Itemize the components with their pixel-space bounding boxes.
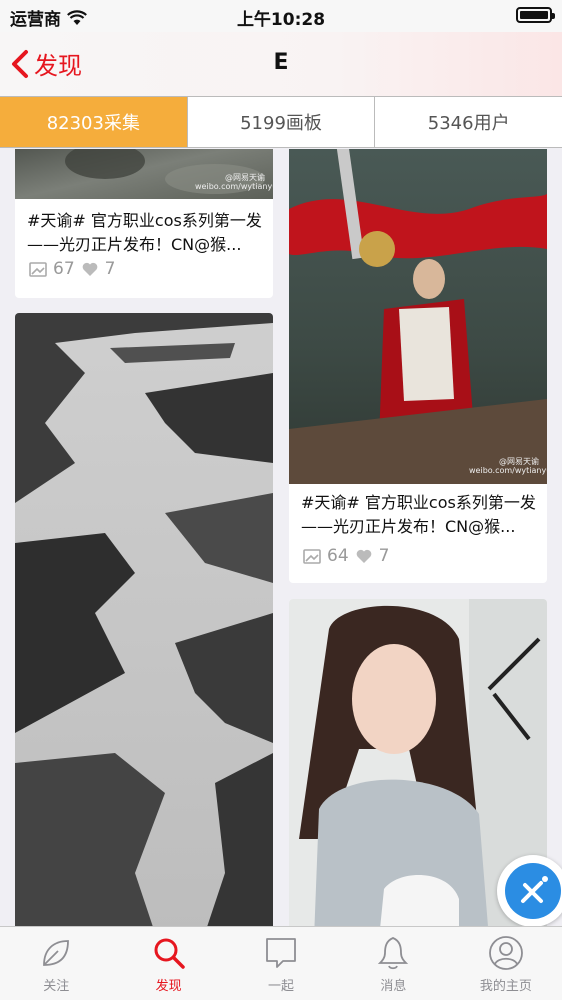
status-bar: 运营商 上午10:28 [0, 0, 562, 32]
segmented-control: 82303采集 5199画板 5346用户 [0, 96, 562, 148]
tab-users[interactable]: 5346用户 [375, 97, 562, 147]
tab-label: 消息 [380, 979, 407, 994]
like-count: 7 [104, 259, 116, 279]
navigation-bar: 发现 E [0, 32, 562, 96]
pin-stats: 67 7 [29, 259, 115, 279]
image-watermark: @网易天谕 weibo.com/wytianyu [195, 173, 273, 191]
bottom-tab-bar: 关注 发现 一起 消息 我的主页 [0, 926, 562, 1000]
pin-description: #天谕# 官方职业cos系列第一发——光刃正片发布！CN@猴... [27, 211, 262, 254]
tab-label: 关注 [43, 979, 70, 994]
page-title: E [273, 50, 289, 75]
tab-messages[interactable]: 消息 [337, 927, 449, 1000]
leaf-icon [43, 940, 70, 966]
floating-share-button[interactable] [497, 855, 562, 927]
pin-image [15, 313, 273, 926]
collect-count: 67 [53, 259, 75, 279]
heart-icon [356, 549, 371, 563]
magic-wand-icon [521, 876, 548, 903]
battery-icon [516, 7, 555, 23]
pin-description: #天谕# 官方职业cos系列第一发——光刃正片发布！CN@猴... [301, 493, 536, 536]
tab-follow[interactable]: 关注 [0, 927, 112, 1000]
tab-label: 一起 [268, 979, 295, 994]
pin-card[interactable]: @网易天谕 weibo.com/wytianyu #天谕# 官方职业cos系列第… [15, 149, 273, 298]
pin-card[interactable] [15, 313, 273, 926]
tab-discover[interactable]: 发现 [112, 927, 224, 1000]
status-time: 上午10:28 [236, 10, 326, 30]
collect-icon [29, 262, 47, 277]
tab-label: 我的主页 [479, 979, 532, 994]
chat-bubble-icon [266, 938, 296, 968]
profile-icon [488, 936, 523, 970]
tab-my-home[interactable]: 我的主页 [450, 927, 562, 1000]
like-count: 7 [378, 546, 390, 566]
collect-count: 64 [327, 546, 349, 566]
search-icon [154, 938, 185, 969]
tab-boards[interactable]: 5199画板 [188, 97, 376, 147]
image-watermark: @网易天谕 weibo.com/wytianyu [469, 457, 547, 475]
pin-feed: @网易天谕 weibo.com/wytianyu #天谕# 官方职业cos系列第… [0, 149, 562, 926]
tab-label: 发现 [155, 979, 182, 994]
tab-together[interactable]: 一起 [225, 927, 337, 1000]
heart-icon [82, 262, 97, 276]
tab-collections[interactable]: 82303采集 [0, 97, 188, 147]
bell-icon [378, 937, 409, 970]
pin-stats: 64 7 [303, 546, 389, 566]
pin-card[interactable]: @网易天谕 weibo.com/wytianyu #天谕# 官方职业cos系列第… [289, 149, 547, 583]
pin-image [289, 149, 547, 484]
collect-icon [303, 549, 321, 564]
